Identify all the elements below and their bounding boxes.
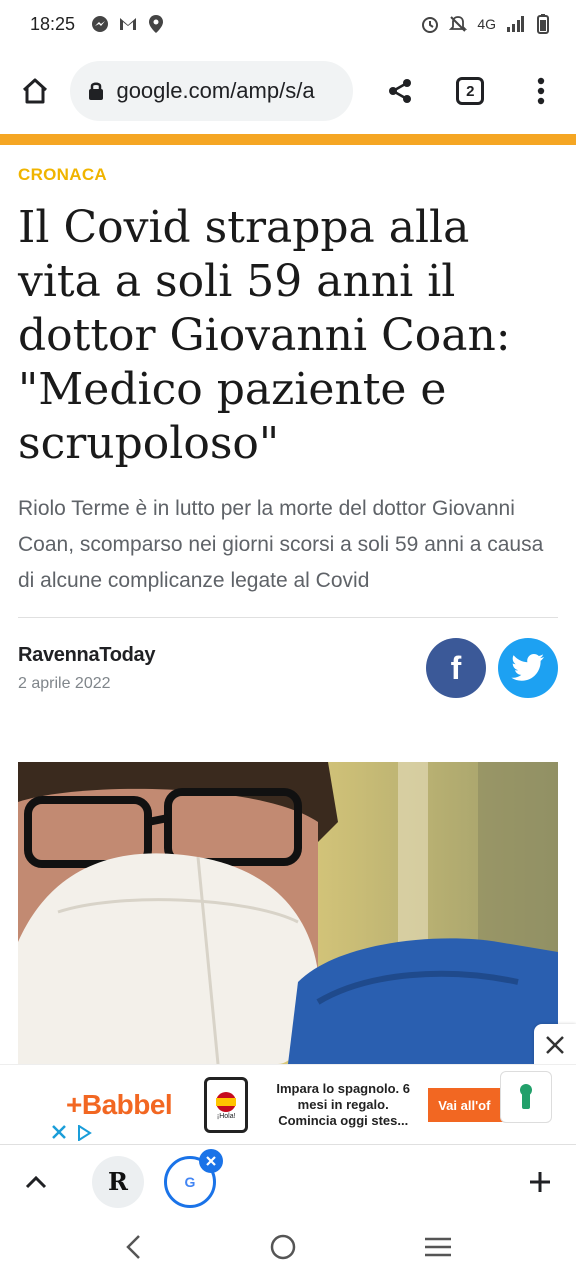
google-icon: G [184, 1173, 196, 1190]
url-text: google.com/amp/s/a [116, 78, 315, 103]
google-button[interactable]: G [164, 1148, 223, 1208]
article: CRONACA Il Covid strappa alla vita a sol… [18, 145, 558, 698]
network-label: 4G [477, 16, 496, 32]
plus-icon [530, 1171, 550, 1192]
new-tab-button[interactable] [504, 1146, 576, 1218]
ad-close-x-icon [52, 1125, 66, 1139]
ad-copy: Impara lo spagnolo. 6 mesi in regalo. Co… [276, 1081, 411, 1128]
system-icons: 4G [421, 14, 552, 34]
home-circle-icon [270, 1234, 296, 1259]
messenger-icon [91, 15, 109, 33]
battery-icon [534, 14, 552, 34]
adchoices-icon [78, 1125, 92, 1141]
address-bar[interactable]: google.com/amp/s/a [70, 61, 353, 121]
home-button[interactable] [0, 55, 70, 127]
article-date: 2 aprile 2022 [18, 674, 111, 692]
gmail-icon [119, 15, 137, 33]
keyhole-icon [520, 1084, 532, 1109]
notification-icons [91, 15, 165, 33]
spain-flag-icon [216, 1091, 237, 1112]
system-nav-bar [0, 1218, 576, 1280]
babbel-ad[interactable]: +Babbel ¡Hola! Impara lo spagnolo. 6 mes… [48, 1071, 528, 1139]
status-time: 18:25 [30, 13, 76, 34]
share-buttons: f [426, 638, 558, 698]
close-icon [206, 1155, 216, 1166]
location-icon [147, 15, 165, 33]
tab-switcher-button[interactable]: 2 [435, 55, 505, 127]
article-photo[interactable] [18, 762, 558, 1064]
lock-icon [89, 82, 104, 100]
article-source[interactable]: RavennaToday [18, 644, 155, 667]
twitter-icon [511, 654, 544, 681]
back-button[interactable] [124, 1234, 142, 1265]
article-meta: RavennaToday 2 aprile 2022 f [18, 638, 558, 698]
ad-banner[interactable]: +Babbel ¡Hola! Impara lo spagnolo. 6 mes… [0, 1064, 576, 1144]
browser-toolbar: google.com/amp/s/a 2 [0, 48, 576, 134]
bottom-toolbar: R G [0, 1144, 576, 1218]
ad-choices[interactable] [52, 1125, 92, 1141]
phone-text: ¡Hola! [216, 1112, 236, 1120]
share-button[interactable] [365, 55, 435, 127]
mute-icon [449, 15, 468, 33]
chevron-up-icon [25, 1175, 47, 1188]
alarm-icon [421, 15, 439, 33]
recents-button[interactable] [424, 1236, 452, 1263]
home-nav-button[interactable] [269, 1233, 297, 1266]
facebook-share-button[interactable]: f [426, 638, 486, 698]
site-accent-bar [0, 134, 576, 145]
back-icon [125, 1234, 140, 1259]
site-favicon-button[interactable]: R [92, 1155, 144, 1208]
ad-close-button[interactable] [534, 1024, 576, 1066]
ad-brand: +Babbel [66, 1089, 173, 1120]
twitter-share-button[interactable] [498, 638, 558, 698]
ad-lock-button[interactable] [500, 1071, 552, 1123]
share-icon [388, 79, 411, 103]
article-category[interactable]: CRONACA [18, 165, 558, 185]
close-icon [546, 1036, 564, 1054]
tab-count: 2 [456, 77, 485, 105]
article-lead: Riolo Terme è in lutto per la morte del … [18, 497, 544, 592]
signal-icon [506, 15, 524, 33]
expand-button[interactable] [0, 1146, 72, 1218]
facebook-icon: f [450, 649, 462, 686]
recents-icon [425, 1237, 452, 1256]
google-close-button[interactable] [199, 1148, 223, 1173]
phone-graphic: ¡Hola! [204, 1077, 249, 1133]
article-headline: Il Covid strappa alla vita a soli 59 ann… [18, 202, 511, 469]
status-bar: 18:25 4G [0, 0, 576, 48]
doctor-photo-illustration [18, 762, 558, 1064]
menu-button[interactable] [506, 55, 576, 127]
more-vert-icon [537, 77, 544, 105]
home-icon [23, 78, 48, 104]
divider [18, 617, 558, 618]
